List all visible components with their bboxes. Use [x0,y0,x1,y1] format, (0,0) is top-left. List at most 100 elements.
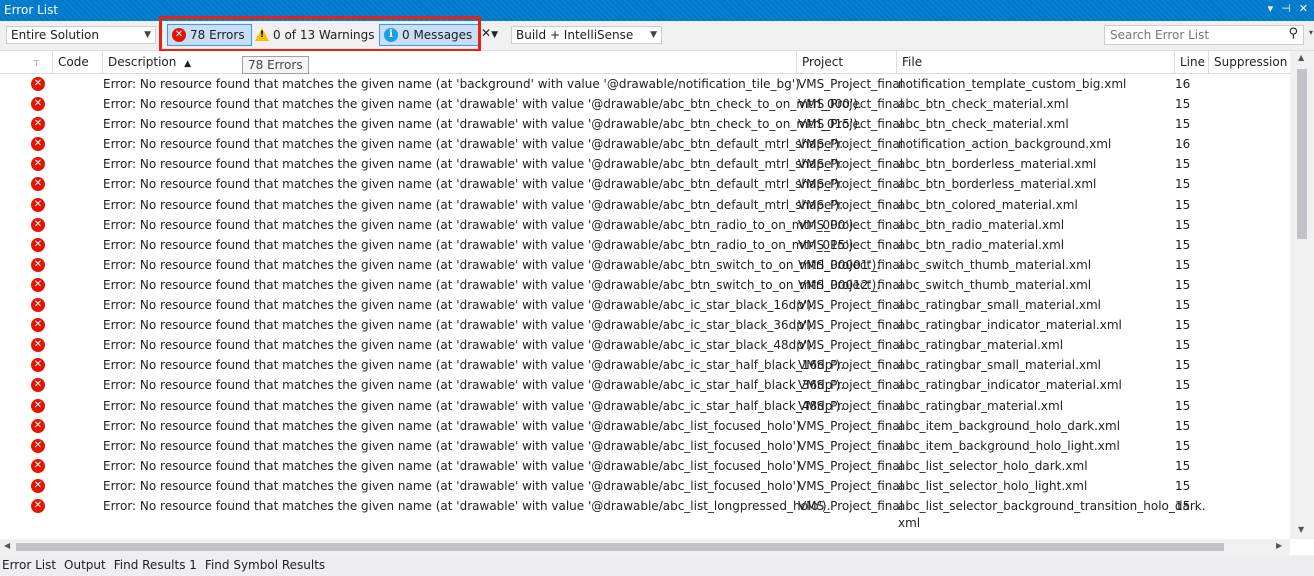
row-project: VMS_Project_final [798,438,904,453]
column-suppression[interactable]: Suppression St [1208,51,1290,73]
build-filter-dropdown[interactable]: Build + IntelliSense ▼ [511,26,662,44]
row-line: 15 [1175,478,1191,493]
scroll-down-icon[interactable]: ▼ [1298,525,1304,534]
column-line[interactable]: Line [1174,51,1208,73]
row-description: Error: No resource found that matches th… [103,77,804,91]
tab-find-symbol-results[interactable]: Find Symbol Results [203,555,331,576]
row-description: Error: No resource found that matches th… [103,117,862,132]
horizontal-scrollbar[interactable]: ◀ ▶ [0,539,1290,555]
column-code[interactable]: Code [52,51,102,73]
row-file: abc_btn_colored_material.xml [898,197,1078,212]
table-row[interactable]: ✕ Error: No resource found that matches t… [0,94,1290,114]
column-file[interactable]: File [896,51,1174,73]
dropdown-icon[interactable]: ▾ [1268,2,1274,15]
table-row[interactable]: ✕ Error: No resource found that matches t… [0,154,1290,174]
scroll-up-icon[interactable]: ▲ [1298,53,1304,62]
row-description: Error: No resource found that matches th… [103,157,844,172]
row-file: abc_btn_check_material.xml [898,117,1069,132]
table-row[interactable]: ✕ Error: No resource found that matches t… [0,174,1290,194]
row-file: abc_switch_thumb_material.xml [898,277,1092,292]
table-row[interactable]: ✕ Error: No resource found that matches t… [0,396,1290,416]
table-row[interactable]: ✕ Error: No resource found that matches t… [0,215,1290,235]
row-file-wrap: xml [898,515,921,530]
row-project: VMS_Project_final [798,157,904,172]
pin-icon[interactable]: ⊣ [1281,2,1291,15]
error-circle-icon: ✕ [31,137,45,152]
table-row[interactable]: ✕ Error: No resource found that matches t… [0,255,1290,275]
errors-filter-button[interactable]: ✕ 78 Errors [167,24,252,46]
table-row[interactable]: ✕ Error: No resource found that matches t… [0,375,1290,395]
scope-dropdown[interactable]: Entire Solution ▼ [6,26,156,44]
row-line: 15 [1175,277,1191,292]
row-line: 15 [1175,117,1191,132]
table-row[interactable]: ✕ Error: No resource found that matches t… [0,295,1290,315]
column-description[interactable]: Description ▲ [102,51,796,73]
error-circle-icon: ✕ [31,478,45,493]
row-project: VMS_Project_final [798,97,904,112]
scroll-left-icon[interactable]: ◀ [4,541,10,550]
table-row[interactable]: ✕ Error: No resource found that matches t… [0,114,1290,134]
row-line: 15 [1175,498,1191,513]
table-row[interactable]: ✕ Error: No resource found that matches t… [0,456,1290,476]
table-row[interactable]: ✕ Error: No resource found that matches t… [0,496,1290,530]
error-circle-icon: ✕ [31,378,45,393]
row-line: 15 [1175,378,1191,393]
row-project: VMS_Project_final [798,277,904,292]
chevron-down-icon: ▼ [144,30,151,40]
info-circle-icon: i [384,28,398,42]
row-file: abc_btn_radio_material.xml [898,237,1065,252]
tab-find-results-1[interactable]: Find Results 1 [112,555,203,576]
row-file: abc_ratingbar_material.xml [898,398,1064,413]
error-circle-icon: ✕ [31,197,45,212]
row-file: abc_ratingbar_indicator_material.xml [898,318,1122,333]
row-file: abc_ratingbar_small_material.xml [898,298,1102,313]
row-file: abc_btn_borderless_material.xml [898,157,1097,172]
hscroll-thumb[interactable] [16,543,1224,551]
chevron-down-icon[interactable]: ▾ [1309,28,1313,37]
table-row[interactable]: ✕ Error: No resource found that matches t… [0,195,1290,215]
row-line: 15 [1175,97,1191,112]
scroll-thumb[interactable] [1297,69,1307,239]
warnings-filter-button[interactable]: ! 0 of 13 Warnings [250,24,382,46]
row-file: abc_ratingbar_material.xml [898,338,1064,353]
table-row[interactable]: ✕ Error: No resource found that matches t… [0,476,1290,496]
error-circle-icon: ✕ [31,77,45,91]
chevron-down-icon: ▼ [650,30,657,40]
table-row[interactable]: ✕ Error: No resource found that matches t… [0,275,1290,295]
row-project: VMS_Project_final [798,338,904,353]
search-input[interactable]: Search Error List ⚲ ▾ [1104,25,1313,45]
table-row[interactable]: ✕ Error: No resource found that matches t… [0,315,1290,335]
row-line: 15 [1175,298,1191,313]
column-header: ⊤ Code Description ▲ Project File Line S… [0,51,1290,74]
row-line: 16 [1175,137,1191,152]
column-project[interactable]: Project [796,51,896,73]
messages-filter-button[interactable]: i 0 Messages [379,24,480,46]
table-row[interactable]: ✕ Error: No resource found that matches t… [0,416,1290,436]
sort-indicator-icon[interactable]: ⊤ [28,51,52,73]
row-description: Error: No resource found that matches th… [103,338,816,353]
row-project: VMS_Project_final [798,117,904,132]
row-description: Error: No resource found that matches th… [103,177,844,192]
bottom-tab-bar: Error List Output Find Results 1 Find Sy… [0,555,1314,576]
clear-filter-icon[interactable]: ✕▼ [481,26,501,46]
scroll-right-icon[interactable]: ▶ [1276,541,1282,550]
row-description: Error: No resource found that matches th… [103,478,805,493]
row-file: abc_list_selector_holo_light.xml [898,478,1088,493]
row-project: VMS_Project_final [798,358,904,373]
table-row[interactable]: ✕ Error: No resource found that matches t… [0,335,1290,355]
table-row[interactable]: ✕ Error: No resource found that matches t… [0,355,1290,375]
table-row[interactable]: ✕ Error: No resource found that matches t… [0,74,1290,94]
tab-error-list[interactable]: Error List [0,555,62,576]
error-circle-icon: ✕ [31,498,45,513]
error-circle-icon: ✕ [31,117,45,132]
table-row[interactable]: ✕ Error: No resource found that matches t… [0,436,1290,456]
tab-output[interactable]: Output [62,555,112,576]
table-row[interactable]: ✕ Error: No resource found that matches t… [0,134,1290,154]
row-description: Error: No resource found that matches th… [103,378,845,393]
row-project: VMS_Project_final [798,378,904,393]
search-icon[interactable]: ⚲ [1288,26,1298,41]
row-project: VMS_Project_final [798,217,904,232]
close-icon[interactable]: ✕ [1299,2,1308,15]
vertical-scrollbar[interactable]: ▲ ▼ [1290,51,1314,539]
table-row[interactable]: ✕ Error: No resource found that matches t… [0,235,1290,255]
